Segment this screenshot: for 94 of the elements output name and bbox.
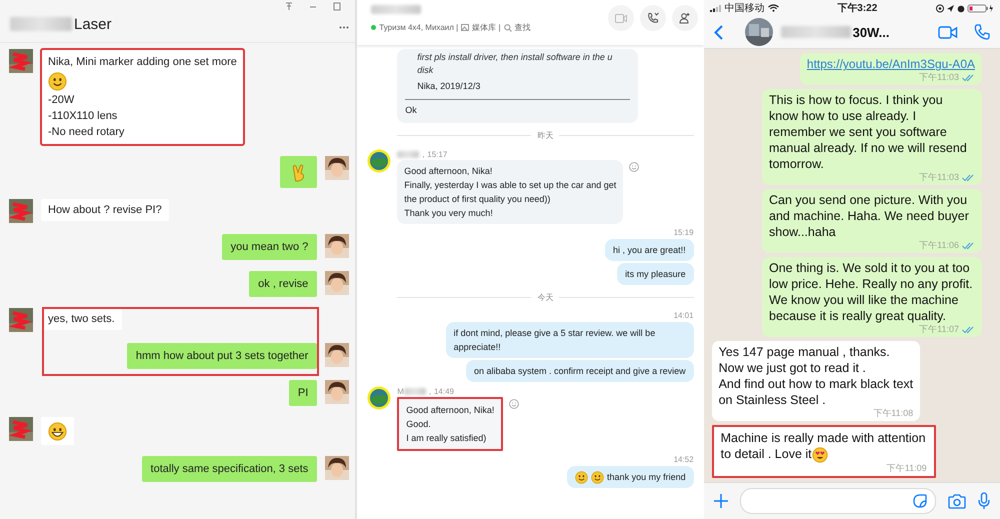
avatar-icon bbox=[367, 149, 392, 173]
message-text: -110X110 lens bbox=[48, 109, 118, 124]
date-divider: 昨天 bbox=[537, 130, 554, 141]
video-call-button[interactable] bbox=[608, 5, 634, 31]
chat-title: 30W... bbox=[852, 24, 890, 40]
grin-emoji-icon bbox=[48, 422, 67, 440]
quoted-text: disk bbox=[416, 64, 434, 77]
message-text: -No need rotary bbox=[48, 125, 126, 140]
video-call-icon[interactable] bbox=[938, 26, 958, 38]
smiley-icon bbox=[591, 470, 604, 484]
message-text: on alibaba system . confirm receipt and give a review bbox=[474, 365, 686, 378]
message-text: And find out how to mark black text bbox=[718, 376, 914, 392]
message-time: ，14:49 bbox=[426, 386, 454, 396]
message-time: 下午11:09 bbox=[886, 463, 927, 474]
back-icon[interactable] bbox=[714, 24, 723, 40]
message-text: Yes 147 page manual , thanks. bbox=[718, 344, 891, 360]
message-text: Finally, yesterday I was able to set up the car and get bbox=[404, 179, 616, 192]
chat-title: Laser bbox=[74, 16, 113, 32]
more-icon[interactable] bbox=[339, 26, 350, 28]
call-button[interactable] bbox=[640, 5, 666, 31]
smiley-icon bbox=[48, 72, 67, 90]
message-text: PI bbox=[298, 386, 308, 401]
message-text: hmm how about put 3 sets together bbox=[136, 349, 308, 364]
sender-name: M bbox=[397, 386, 404, 396]
carrier-name: 中国移动 bbox=[724, 2, 765, 15]
message-text: Good afternoon, Nika! bbox=[406, 404, 494, 417]
gallery-link[interactable]: 媒体库 | bbox=[472, 22, 501, 33]
blurred-name bbox=[404, 388, 426, 394]
plus-icon[interactable] bbox=[714, 494, 728, 508]
message-time: 下午11:03 bbox=[919, 72, 959, 84]
wifi-icon bbox=[768, 4, 779, 12]
message-text: its my pleasure bbox=[625, 268, 686, 281]
online-dot bbox=[371, 25, 376, 30]
date-divider: 今天 bbox=[537, 292, 554, 303]
blurred-name bbox=[780, 26, 851, 38]
sticker-icon[interactable] bbox=[913, 494, 927, 508]
smiley-icon[interactable] bbox=[629, 162, 640, 172]
message-text: Ok bbox=[405, 104, 418, 117]
smiley-icon bbox=[575, 470, 588, 484]
message-text: yes, two sets. bbox=[48, 312, 115, 327]
blurred-name bbox=[10, 17, 72, 31]
blurred-name bbox=[397, 150, 420, 158]
signal-icon bbox=[710, 4, 722, 12]
message-text: Good. bbox=[406, 418, 432, 431]
message-time: 15:19 bbox=[674, 228, 694, 237]
search-icon bbox=[504, 24, 512, 32]
pin-icon[interactable] bbox=[285, 2, 294, 11]
message-input-field[interactable] bbox=[740, 488, 936, 514]
message-text: ok , revise bbox=[258, 277, 308, 292]
avatar-icon bbox=[367, 386, 392, 410]
camera-icon[interactable] bbox=[948, 494, 966, 508]
add-person-icon bbox=[678, 12, 691, 24]
status-icons bbox=[936, 4, 994, 12]
maximize-icon[interactable] bbox=[333, 2, 342, 11]
message-time: 下午11:06 bbox=[919, 240, 959, 252]
message-text: Can you send one picture. With you and machine. Haha. We need buyer show...haha bbox=[769, 192, 970, 240]
message-time: 14:52 bbox=[674, 455, 694, 464]
message-text: you mean two ? bbox=[230, 240, 308, 255]
message-link[interactable]: https://youtu.be/AnIm3Sgu-A0A bbox=[806, 56, 975, 72]
message-text: hi , you are great!! bbox=[613, 244, 686, 257]
microphone-icon[interactable] bbox=[978, 492, 990, 510]
quote-signature: Nika, 2019/12/3 bbox=[416, 80, 482, 93]
message-text: Thank you very much! bbox=[404, 207, 494, 220]
image-icon bbox=[461, 24, 470, 31]
quoted-text: first pls install driver, then install software in the u bbox=[416, 51, 614, 64]
message-text: Now we just got to read it . bbox=[718, 360, 867, 376]
message-time: 14:01 bbox=[674, 311, 694, 320]
add-person-button[interactable] bbox=[672, 5, 698, 31]
message-text: Machine is really made with attention to detail . Love it bbox=[720, 430, 927, 463]
message-text: if dont mind, please give a 5 star review. we will be appreciate!! bbox=[454, 327, 656, 354]
message-text: totally same specification, 3 sets bbox=[150, 462, 308, 477]
message-text: How about ? revise PI? bbox=[48, 203, 162, 218]
message-time: 下午11:03 bbox=[919, 172, 959, 184]
message-text: thank you my friend bbox=[607, 471, 686, 484]
message-text: This is how to focus. I think you know how to use already. I remember we sent you software manual already. If no we will resend tomorrow. bbox=[769, 92, 968, 172]
message-text: One thing is. We sold it to you at too low price. Hehe. Really no any profit. We know you will like the machine because it is really great quality. bbox=[769, 260, 974, 324]
message-text: -20W bbox=[48, 93, 76, 108]
status-clock: 下午3:22 bbox=[836, 2, 878, 15]
status-text: Туризм 4x4, Михаил | bbox=[379, 23, 458, 32]
video-camera-icon bbox=[614, 14, 627, 22]
phone-icon bbox=[646, 12, 659, 24]
message-text: Nika, Mini marker adding one set more bbox=[48, 55, 237, 70]
message-time: ，15:17 bbox=[419, 148, 448, 160]
search-link[interactable]: 查找 bbox=[514, 22, 531, 33]
message-time: 下午11:07 bbox=[919, 324, 959, 336]
message-text: on Stainless Steel . bbox=[718, 392, 827, 408]
message-text: I am really satisfied) bbox=[406, 432, 488, 445]
phone-icon[interactable] bbox=[974, 24, 990, 40]
message-text: the product of first quality you need)) bbox=[404, 193, 552, 206]
heart-eyes-emoji-icon bbox=[812, 447, 828, 463]
blurred-name bbox=[371, 5, 422, 14]
message-text: Good afternoon, Nika! bbox=[404, 165, 494, 178]
smiley-icon[interactable] bbox=[509, 399, 520, 409]
message-time: 下午11:08 bbox=[873, 408, 914, 420]
